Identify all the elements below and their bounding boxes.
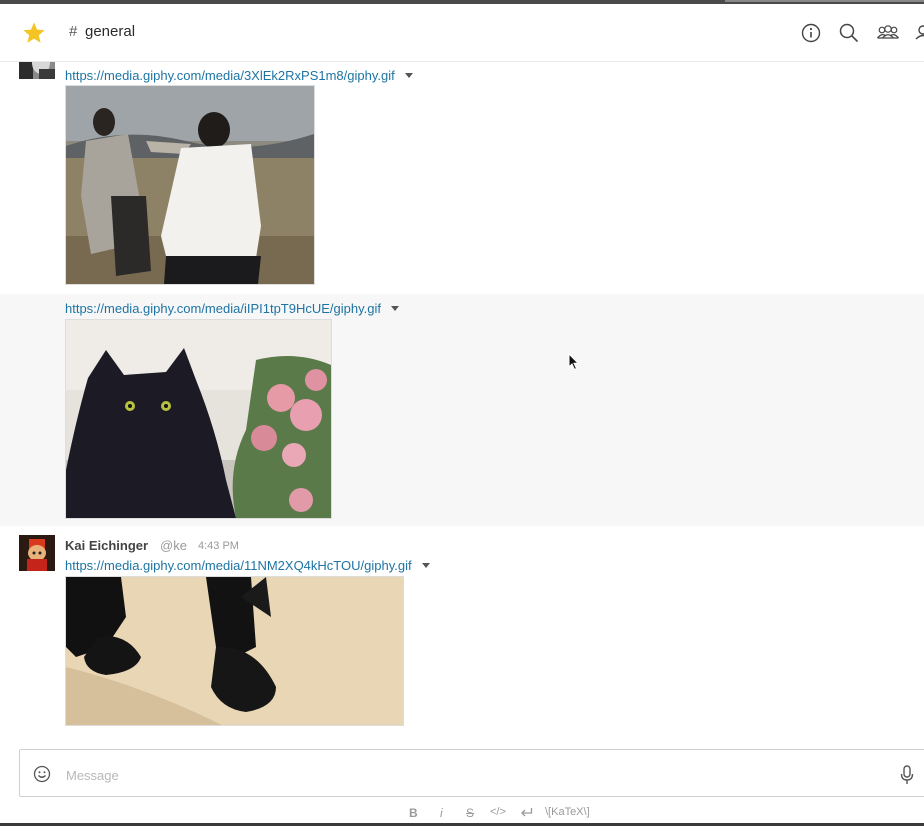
message-item: Kai Eichinger @ke 4:43 PM https://media.… xyxy=(0,526,924,742)
message-link[interactable]: https://media.giphy.com/media/iIPI1tpT9H… xyxy=(65,301,399,316)
bold-button[interactable]: B xyxy=(409,806,418,820)
message-input[interactable] xyxy=(64,763,868,787)
gif-preview[interactable] xyxy=(65,85,315,285)
message-list[interactable]: https://media.giphy.com/media/3XlEk2RxPS… xyxy=(0,62,924,742)
gif-preview[interactable] xyxy=(65,576,404,726)
chevron-down-icon[interactable] xyxy=(404,73,413,78)
message-item: https://media.giphy.com/media/iIPI1tpT9H… xyxy=(0,294,924,526)
italic-button[interactable]: i xyxy=(440,806,443,820)
code-button[interactable]: </> xyxy=(490,806,506,820)
search-icon[interactable] xyxy=(838,22,860,44)
chevron-down-icon[interactable] xyxy=(391,306,399,311)
message-link[interactable]: https://media.giphy.com/media/3XlEk2RxPS… xyxy=(65,68,413,83)
chevron-down-icon[interactable] xyxy=(421,563,430,568)
emoji-icon[interactable] xyxy=(33,765,51,783)
star-icon[interactable] xyxy=(22,21,46,45)
message-time: 4:43 PM xyxy=(198,540,239,552)
author-handle[interactable]: @ke xyxy=(160,538,187,553)
info-icon[interactable] xyxy=(800,22,822,44)
channel-name[interactable]: general xyxy=(85,23,135,40)
members-icon[interactable] xyxy=(876,22,900,44)
message-item: https://media.giphy.com/media/3XlEk2RxPS… xyxy=(0,62,924,294)
katex-button[interactable]: \[KaTeX\] xyxy=(545,806,590,820)
author-name[interactable]: Kai Eichinger xyxy=(65,538,148,553)
return-icon[interactable] xyxy=(520,807,533,818)
channel-hash: # xyxy=(69,23,78,40)
user-icon[interactable] xyxy=(914,22,924,44)
channel-header: # general xyxy=(0,4,924,62)
strike-button[interactable]: S xyxy=(466,806,474,820)
mouse-cursor-icon xyxy=(568,353,580,371)
microphone-icon[interactable] xyxy=(899,765,915,785)
gif-preview[interactable] xyxy=(65,319,332,519)
avatar[interactable] xyxy=(19,62,55,79)
message-link[interactable]: https://media.giphy.com/media/11NM2XQ4kH… xyxy=(65,558,430,573)
avatar[interactable] xyxy=(19,535,55,571)
message-composer xyxy=(19,749,924,797)
